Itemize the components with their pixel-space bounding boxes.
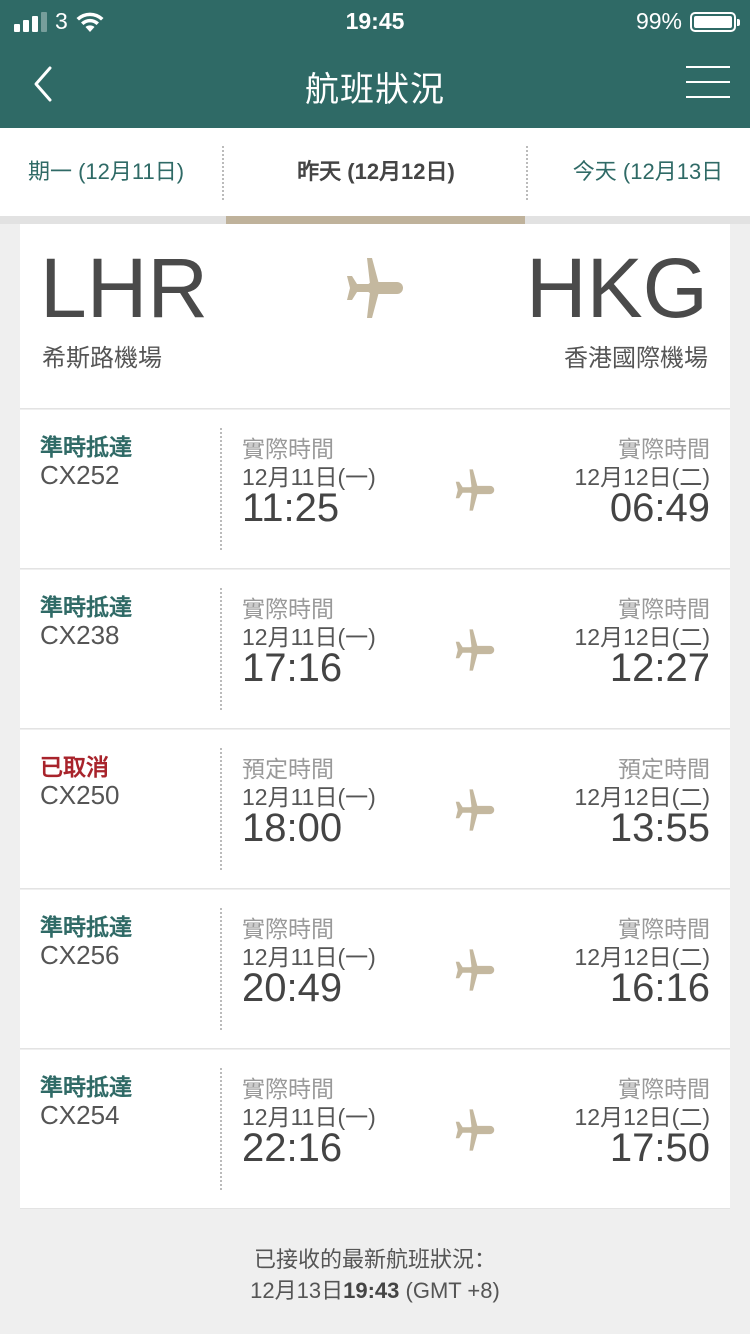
arrival-time: 17:50 (609, 1126, 710, 1170)
divider (220, 748, 222, 870)
airplane-icon (455, 1109, 495, 1151)
origin-airport: 希斯路機場 (42, 345, 162, 372)
departure-time: 11:25 (242, 486, 340, 530)
arrival-time: 16:16 (609, 966, 710, 1010)
tab-today[interactable]: 今天 (12月13日 (528, 128, 750, 216)
page-title: 航班狀況 (305, 71, 445, 109)
flight-status: 準時抵達 (40, 914, 132, 940)
divider (220, 428, 222, 550)
flight-row[interactable]: 準時抵達 CX256 實際時間 12月11日(一) 20:49 實際時間 12月12日(二)… (20, 890, 730, 1049)
battery-percent: 99% (635, 8, 682, 34)
flight-number: CX252 (40, 460, 120, 490)
flight-row[interactable]: 準時抵達 CX238 實際時間 12月11日(一) 17:16 實際時間 12月12日(二)… (20, 570, 730, 729)
last-updated-date: 12月13日 (250, 1278, 344, 1303)
flight-number: CX250 (40, 780, 120, 810)
flight-status: 準時抵達 (40, 594, 132, 620)
flight-row[interactable]: 已取消 CX250 預定時間 12月11日(一) 18:00 預定時間 12月12日(二) 1… (20, 730, 730, 889)
origin-code: LHR (40, 241, 209, 335)
hamburger-icon (686, 66, 730, 68)
departure-time: 20:49 (242, 966, 343, 1010)
divider (220, 908, 222, 1030)
tab-yesterday[interactable]: 昨天 (12月12日) (226, 128, 526, 216)
flight-row[interactable]: 準時抵達 CX252 實際時間 12月11日(一) 11:25 實際時間 12月12日(二)… (20, 410, 730, 569)
destination-airport: 香港國際機場 (564, 345, 708, 372)
flight-number: CX238 (40, 620, 120, 650)
divider (220, 588, 222, 710)
airplane-icon (455, 949, 495, 991)
menu-button[interactable] (686, 66, 730, 100)
arrival-time: 12:27 (609, 646, 710, 690)
last-updated-label: 已接收的最新航班狀況： (253, 1247, 496, 1272)
nav-bar: 航班狀況 (0, 42, 750, 128)
route-header: LHR 希斯路機場 HKG 香港國際機場 (20, 224, 730, 409)
departure-time: 17:16 (242, 646, 343, 690)
divider (220, 1068, 222, 1190)
tab-monday[interactable]: 期一 (12月11日) (0, 128, 222, 216)
airplane-icon (455, 789, 495, 831)
airplane-icon (455, 469, 495, 511)
flight-status: 準時抵達 (40, 434, 132, 460)
flight-status: 已取消 (40, 754, 109, 780)
tab-divider (222, 146, 224, 200)
flight-number: CX256 (40, 940, 120, 970)
flight-number: CX254 (40, 1100, 120, 1130)
departure-time: 22:16 (242, 1126, 343, 1170)
airplane-icon (347, 258, 403, 318)
battery-icon (690, 11, 740, 32)
last-updated-time: 19:43 (343, 1278, 400, 1303)
flight-row[interactable]: 準時抵達 CX254 實際時間 12月11日(一) 22:16 實際時間 12月12日(二)… (20, 1050, 730, 1209)
last-updated-timezone: (GMT +8) (399, 1278, 500, 1303)
active-tab-indicator (226, 216, 525, 224)
arrival-time: 06:49 (609, 486, 710, 530)
destination-code: HKG (525, 241, 708, 335)
flight-status: 準時抵達 (40, 1074, 132, 1100)
status-bar: 3 19:45 99% (0, 0, 750, 42)
app-header: 3 19:45 99% 航班狀況 (0, 0, 750, 128)
last-updated-value: 12月13日19:43 (GMT +8) (0, 1275, 750, 1306)
last-updated: 已接收的最新航班狀況： 12月13日19:43 (GMT +8) (0, 1244, 750, 1306)
departure-time: 18:00 (242, 806, 343, 850)
arrival-time: 13:55 (609, 806, 710, 850)
airplane-icon (455, 629, 495, 671)
date-tabs: 期一 (12月11日) 昨天 (12月12日) 今天 (12月13日 (0, 128, 750, 224)
